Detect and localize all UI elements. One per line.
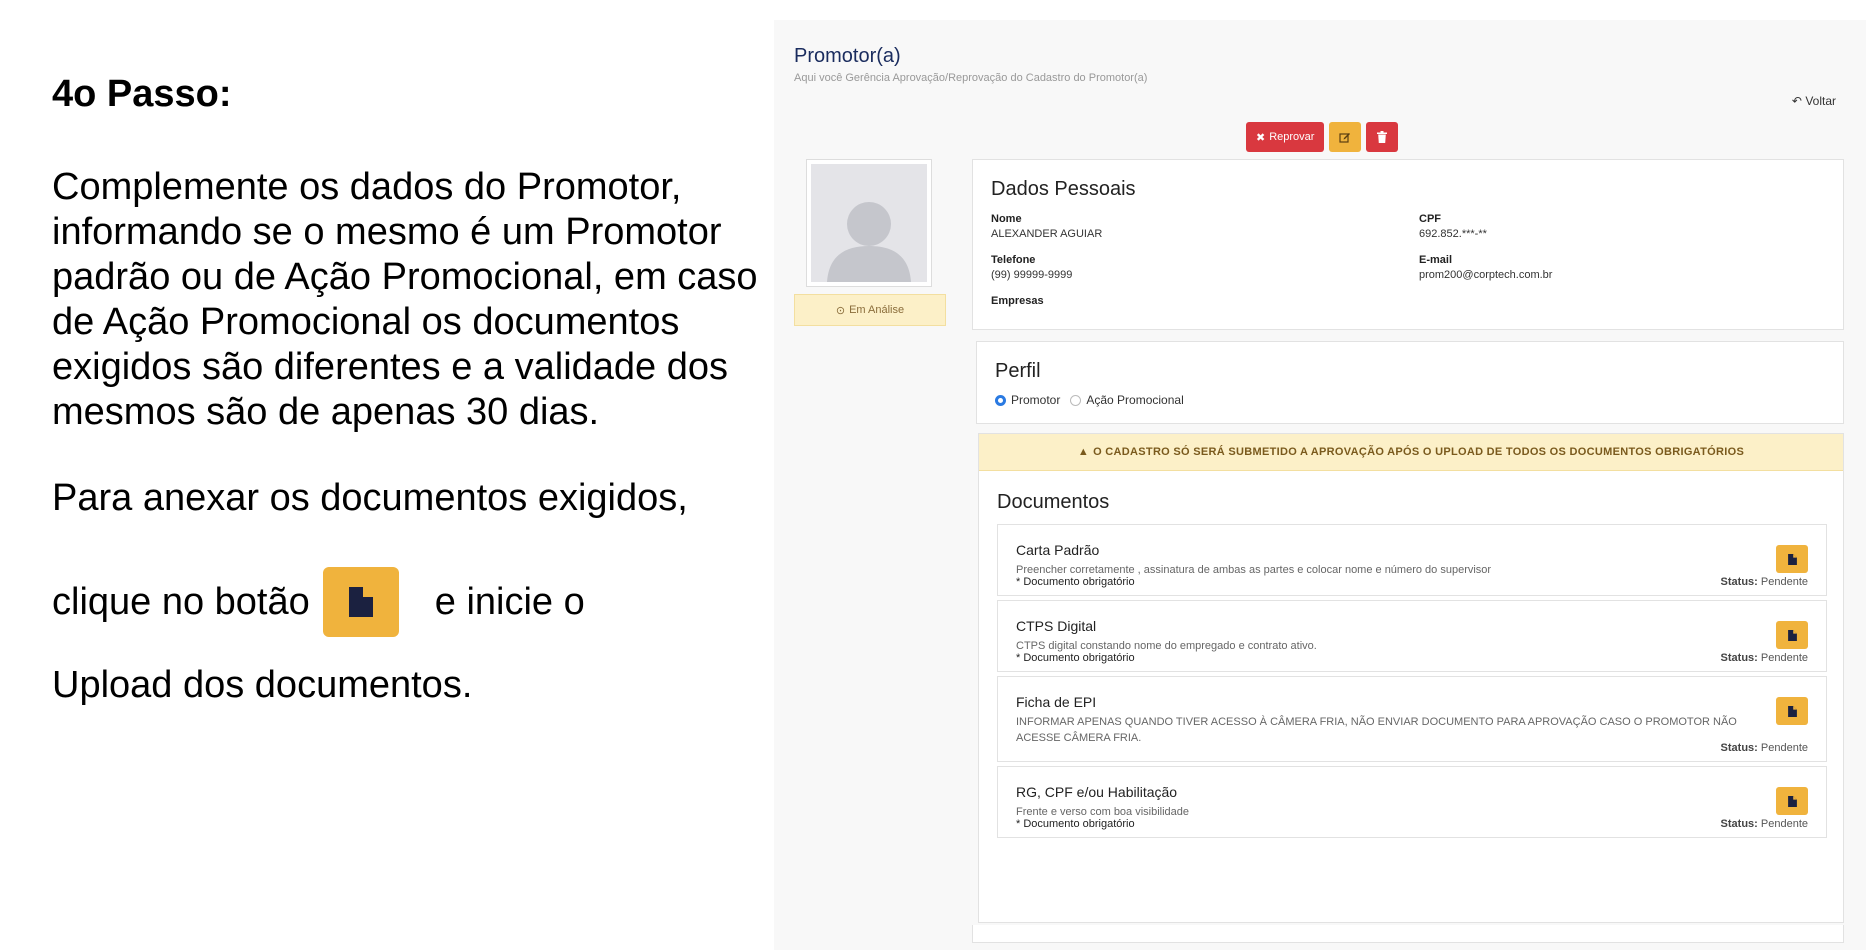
radio-promotional-action-label: Ação Promocional [1086, 393, 1184, 407]
document-required-note: * Documento obrigatório [1016, 652, 1135, 664]
name-label: Nome [991, 213, 1022, 225]
phone-label: Telefone [991, 254, 1036, 266]
instruction-line-4: Upload dos documentos. [52, 664, 473, 706]
back-link[interactable]: ↶ Voltar [1792, 94, 1836, 108]
radio-promotional-action[interactable] [1070, 394, 1082, 406]
page-subtitle: Aqui você Gerência Aprovação/Reprovação … [794, 72, 1148, 84]
instruction-title: 4o Passo: [52, 73, 232, 115]
instruction-line-3: clique no botão e inicie o [52, 567, 585, 637]
upload-document-button[interactable] [1776, 787, 1808, 815]
companies-label: Empresas [991, 295, 1044, 307]
file-icon [1787, 705, 1797, 717]
document-status-label: Status: [1720, 818, 1758, 830]
document-item: Ficha de EPI INFORMAR APENAS QUANDO TIVE… [997, 676, 1827, 762]
edit-button[interactable] [1329, 122, 1362, 152]
instruction-line-3-after: e inicie o [434, 580, 585, 623]
document-status: Status: Pendente [1721, 742, 1808, 754]
status-badge-label: Em Análise [849, 304, 905, 316]
document-name: Carta Padrão [1016, 542, 1100, 558]
document-name: RG, CPF e/ou Habilitação [1016, 784, 1178, 800]
phone-value: (99) 99999-9999 [991, 269, 1073, 281]
edit-icon [1339, 133, 1351, 143]
document-status-value: Pendente [1760, 652, 1808, 664]
user-silhouette-icon [827, 202, 911, 282]
file-icon [1787, 629, 1797, 641]
document-status-label: Status: [1720, 742, 1758, 754]
cpf-label: CPF [1419, 213, 1441, 225]
document-status-value: Pendente [1760, 742, 1808, 754]
document-status: Status: Pendente [1721, 576, 1808, 588]
action-toolbar: ✖ Reprovar [1246, 122, 1399, 152]
screenshot-root: 4o Passo: Complemente os dados do Promot… [0, 0, 1876, 952]
trash-icon [1377, 131, 1388, 143]
document-status-label: Status: [1720, 576, 1758, 588]
profile-card: Perfil Promotor Ação Promocional [976, 341, 1844, 424]
document-item: Carta Padrão Preencher corretamente , as… [997, 524, 1827, 596]
avatar [806, 159, 932, 287]
file-icon [348, 587, 373, 617]
document-status-label: Status: [1720, 652, 1758, 664]
documents-heading: Documentos [997, 491, 1110, 513]
document-status-value: Pendente [1760, 818, 1808, 830]
document-required-note: * Documento obrigatório [1016, 576, 1135, 588]
page-title: Promotor(a) [794, 45, 901, 67]
documents-card: ▲ O CADASTRO SÓ SERÁ SUBMETIDO A APROVAÇ… [978, 433, 1844, 923]
radio-promotor[interactable] [995, 394, 1006, 406]
instruction-paragraph-2: Para anexar os documentos exigidos, [52, 477, 688, 519]
reply-arrow-icon: ↶ [1791, 94, 1802, 108]
personal-data-heading: Dados Pessoais [991, 178, 1136, 200]
warning-icon: ▲ [1077, 446, 1090, 458]
personal-data-card: Dados Pessoais Nome ALEXANDER AGUIAR CPF… [972, 159, 1844, 330]
upload-warning-alert: ▲ O CADASTRO SÓ SERÁ SUBMETIDO A APROVAÇ… [979, 434, 1843, 471]
upload-button-illustration [322, 567, 399, 637]
profile-heading: Perfil [995, 360, 1041, 382]
promoter-app-panel: Promotor(a) Aqui você Gerência Aprovação… [774, 20, 1866, 950]
instruction-line-3-before: clique no botão [52, 580, 310, 623]
reject-button-label: Reprovar [1269, 131, 1315, 143]
avatar-placeholder [811, 164, 927, 282]
upload-document-button[interactable] [1776, 621, 1808, 649]
document-status: Status: Pendente [1721, 652, 1808, 664]
document-status: Status: Pendente [1721, 818, 1808, 830]
email-value: prom200@corptech.com.br [1419, 269, 1553, 281]
profile-radio-group: Promotor Ação Promocional [995, 393, 1184, 407]
upload-document-button[interactable] [1776, 545, 1808, 573]
radio-promotor-label: Promotor [1011, 393, 1061, 407]
instruction-paragraph-1: Complemente os dados do Promotor, inform… [52, 166, 758, 433]
file-icon [1787, 795, 1797, 807]
clock-icon: ⊙ [835, 304, 846, 317]
upload-warning-text: O CADASTRO SÓ SERÁ SUBMETIDO A APROVAÇÃO… [1093, 446, 1745, 458]
file-icon [1787, 553, 1797, 565]
document-required-note: * Documento obrigatório [1016, 818, 1135, 830]
status-badge: ⊙ Em Análise [794, 294, 946, 326]
document-item: CTPS Digital CTPS digital constando nome… [997, 600, 1827, 672]
document-status-value: Pendente [1760, 576, 1808, 588]
bottom-card-edge [972, 925, 1844, 943]
email-label: E-mail [1419, 254, 1453, 266]
document-item: RG, CPF e/ou Habilitação Frente e verso … [997, 766, 1827, 838]
delete-button[interactable] [1366, 122, 1399, 152]
back-link-label: Voltar [1805, 94, 1836, 108]
upload-document-button[interactable] [1776, 697, 1808, 725]
cpf-value: 692.852.***-** [1419, 228, 1487, 240]
name-value: ALEXANDER AGUIAR [991, 228, 1103, 240]
document-name: Ficha de EPI [1016, 694, 1097, 710]
reject-button[interactable]: ✖ Reprovar [1246, 122, 1325, 152]
close-icon: ✖ [1256, 131, 1266, 144]
document-name: CTPS Digital [1016, 618, 1097, 634]
document-description: INFORMAR APENAS QUANDO TIVER ACESSO À CÂ… [1016, 716, 1737, 744]
